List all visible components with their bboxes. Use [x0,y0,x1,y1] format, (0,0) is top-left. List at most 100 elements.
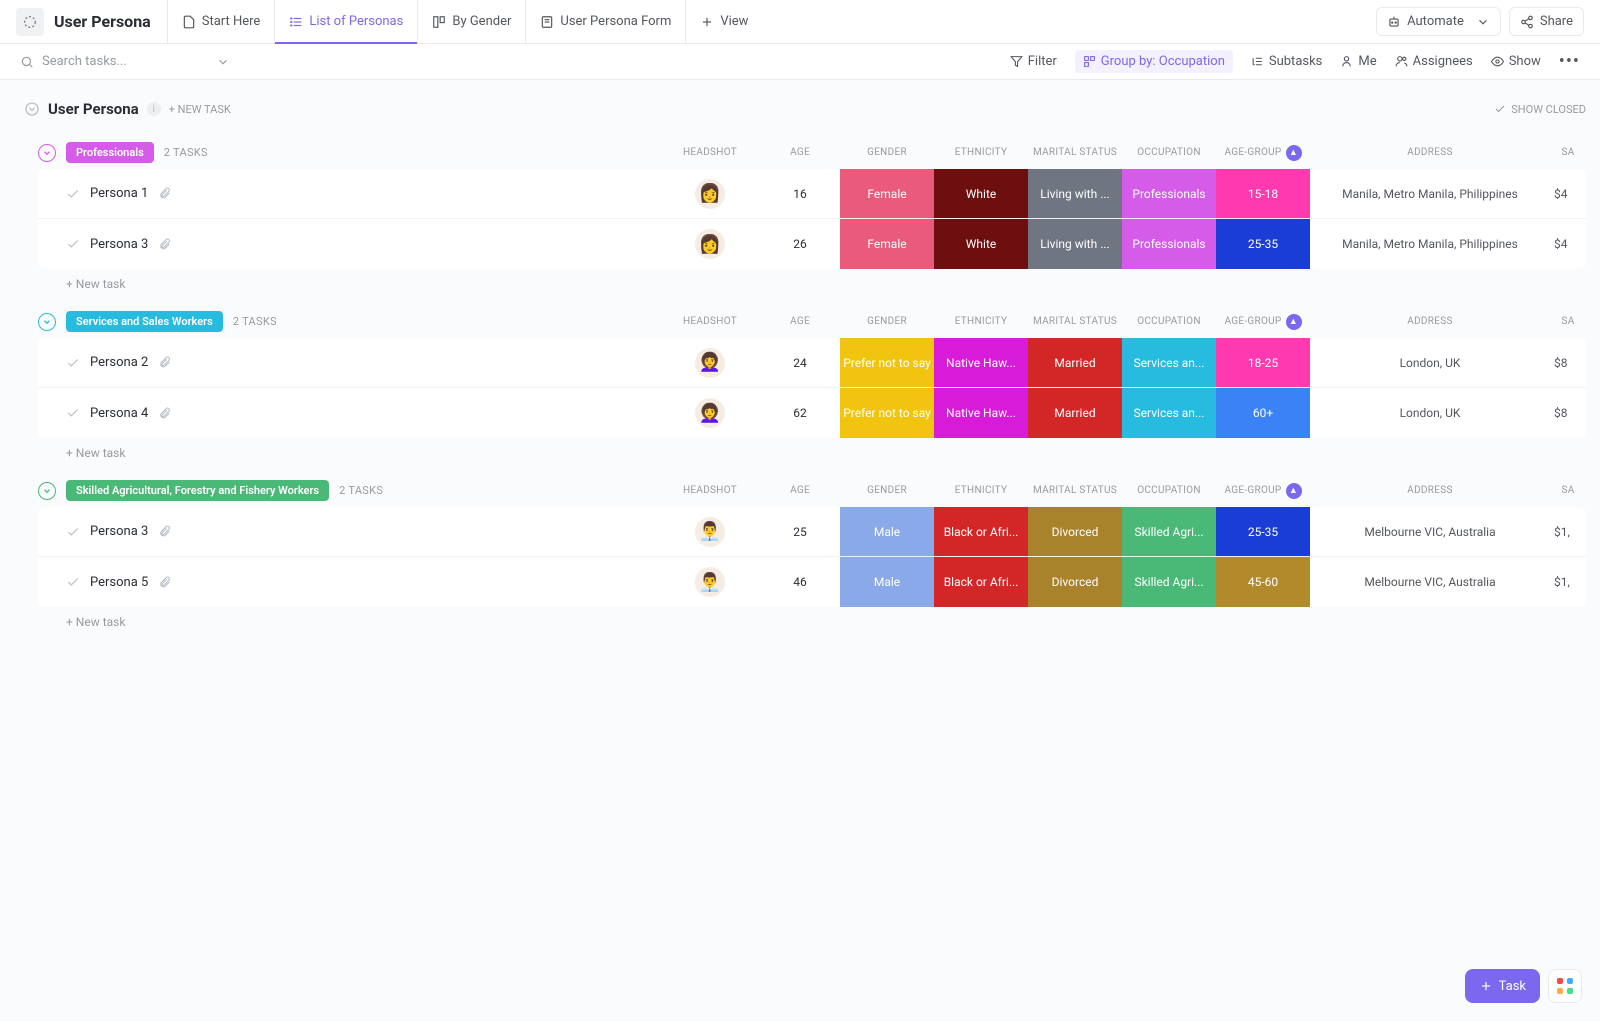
tab-user-persona-form[interactable]: User Persona Form [525,0,685,43]
ethnicity-cell[interactable]: White [934,219,1028,269]
age-cell[interactable]: 46 [760,557,840,607]
occupation-cell[interactable]: Skilled Agri... [1122,557,1216,607]
new-task-fab[interactable]: Task [1465,969,1540,1003]
task-name[interactable]: Persona 2 [90,355,148,370]
search-input[interactable]: Search tasks... [20,54,230,69]
tab-list-of-personas[interactable]: List of Personas [274,0,417,43]
marital-cell[interactable]: Married [1028,338,1122,387]
marital-cell[interactable]: Married [1028,388,1122,438]
col-gender[interactable]: GENDER [840,483,934,499]
occupation-cell[interactable]: Services an... [1122,338,1216,387]
task-row[interactable]: Persona 1 👩 16 Female White Living with … [38,169,1586,219]
apps-fab[interactable] [1548,969,1582,1003]
task-row[interactable]: Persona 2 👩‍🦱 24 Prefer not to say Nativ… [38,338,1586,388]
show-closed-button[interactable]: SHOW CLOSED [1494,103,1586,116]
me-button[interactable]: Me [1340,54,1376,69]
address-cell[interactable]: London, UK [1310,388,1550,438]
age-cell[interactable]: 26 [760,219,840,269]
new-task-row-button[interactable]: + New task [38,607,1586,637]
status-check-icon[interactable] [66,406,80,420]
col-marital[interactable]: MARITAL STATUS [1028,314,1122,330]
col-address[interactable]: ADDRESS [1310,145,1550,161]
task-row[interactable]: Persona 3 👨‍💼 25 Male Black or Afri... D… [38,507,1586,557]
marital-cell[interactable]: Divorced [1028,507,1122,556]
col-marital[interactable]: MARITAL STATUS [1028,483,1122,499]
folder-name[interactable]: User Persona [54,12,151,31]
col-ethnicity[interactable]: ETHNICITY [934,483,1028,499]
attachment-icon[interactable] [158,525,171,538]
salary-cell[interactable]: $4 [1550,219,1586,269]
age-cell[interactable]: 62 [760,388,840,438]
col-occupation[interactable]: OCCUPATION [1122,483,1216,499]
collapse-group-icon[interactable] [38,482,56,500]
automate-button[interactable]: Automate [1376,7,1501,36]
occupation-cell[interactable]: Services an... [1122,388,1216,438]
age-group-cell[interactable]: 25-35 [1216,219,1310,269]
headshot-cell[interactable]: 👩 [660,219,760,269]
headshot-cell[interactable]: 👨‍💼 [660,507,760,556]
address-cell[interactable]: Melbourne VIC, Australia [1310,507,1550,556]
age-group-cell[interactable]: 45-60 [1216,557,1310,607]
col-ethnicity[interactable]: ETHNICITY [934,145,1028,161]
col-address[interactable]: ADDRESS [1310,314,1550,330]
status-check-icon[interactable] [66,356,80,370]
task-row[interactable]: Persona 5 👨‍💼 46 Male Black or Afri... D… [38,557,1586,607]
ethnicity-cell[interactable]: Black or Afri... [934,507,1028,556]
col-ethnicity[interactable]: ETHNICITY [934,314,1028,330]
ethnicity-cell[interactable]: Black or Afri... [934,557,1028,607]
col-address[interactable]: ADDRESS [1310,483,1550,499]
task-row[interactable]: Persona 3 👩 26 Female White Living with … [38,219,1586,269]
marital-cell[interactable]: Living with ... [1028,219,1122,269]
col-gender[interactable]: GENDER [840,145,934,161]
occupation-cell[interactable]: Professionals [1122,169,1216,218]
attachment-icon[interactable] [158,187,171,200]
marital-cell[interactable]: Living with ... [1028,169,1122,218]
salary-cell[interactable]: $4 [1550,169,1586,218]
gender-cell[interactable]: Male [840,507,934,556]
salary-cell[interactable]: $8 [1550,388,1586,438]
col-headshot[interactable]: HEADSHOT [660,483,760,499]
headshot-cell[interactable]: 👩‍🦱 [660,338,760,387]
occupation-cell[interactable]: Skilled Agri... [1122,507,1216,556]
salary-cell[interactable]: $1, [1550,557,1586,607]
new-task-top-button[interactable]: + NEW TASK [169,103,231,116]
address-cell[interactable]: Melbourne VIC, Australia [1310,557,1550,607]
col-headshot[interactable]: HEADSHOT [660,145,760,161]
col-salary[interactable]: SA [1550,483,1586,499]
age-group-cell[interactable]: 60+ [1216,388,1310,438]
col-headshot[interactable]: HEADSHOT [660,314,760,330]
col-age-group[interactable]: AGE-GROUP▲ [1216,145,1310,161]
age-group-cell[interactable]: 18-25 [1216,338,1310,387]
list-title[interactable]: User Persona [48,100,139,118]
task-name[interactable]: Persona 3 [90,237,148,252]
gender-cell[interactable]: Prefer not to say [840,388,934,438]
chevron-down-icon[interactable] [216,55,230,69]
col-occupation[interactable]: OCCUPATION [1122,145,1216,161]
subtasks-button[interactable]: Subtasks [1251,54,1323,69]
attachment-icon[interactable] [158,576,171,589]
collapse-list-icon[interactable] [24,101,40,117]
col-age[interactable]: AGE [760,145,840,161]
col-age-group[interactable]: AGE-GROUP▲ [1216,483,1310,499]
address-cell[interactable]: Manila, Metro Manila, Philippines [1310,169,1550,218]
occupation-cell[interactable]: Professionals [1122,219,1216,269]
more-menu-button[interactable]: ••• [1559,51,1580,72]
col-salary[interactable]: SA [1550,145,1586,161]
col-salary[interactable]: SA [1550,314,1586,330]
salary-cell[interactable]: $8 [1550,338,1586,387]
status-check-icon[interactable] [66,575,80,589]
age-group-cell[interactable]: 15-18 [1216,169,1310,218]
attachment-icon[interactable] [158,238,171,251]
filter-button[interactable]: Filter [1010,54,1057,69]
task-name[interactable]: Persona 5 [90,575,148,590]
tab-by-gender[interactable]: By Gender [417,0,525,43]
gender-cell[interactable]: Prefer not to say [840,338,934,387]
age-cell[interactable]: 16 [760,169,840,218]
show-button[interactable]: Show [1491,54,1541,69]
headshot-cell[interactable]: 👩 [660,169,760,218]
collapse-group-icon[interactable] [38,313,56,331]
group-by-button[interactable]: Group by: Occupation [1075,50,1233,73]
status-check-icon[interactable] [66,187,80,201]
age-group-cell[interactable]: 25-35 [1216,507,1310,556]
gender-cell[interactable]: Female [840,169,934,218]
